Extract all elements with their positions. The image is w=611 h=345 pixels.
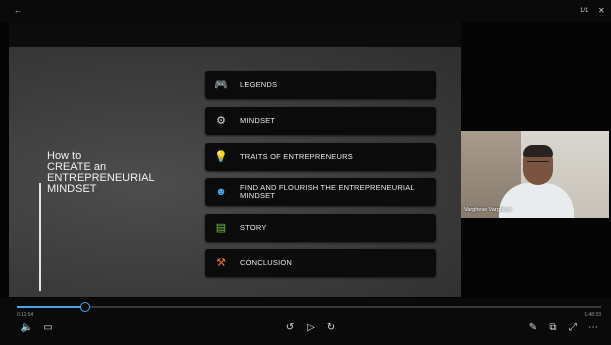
seek-bar-progress (17, 306, 84, 308)
menu-item-label: TRAITS OF ENTREPRENEURS (240, 152, 353, 161)
title-line: MINDSET (47, 183, 97, 195)
seek-bar[interactable] (17, 306, 601, 308)
volume-icon[interactable]: 🔈 (20, 322, 34, 334)
gamepad-icon: 🎮 (214, 79, 228, 91)
menu-item-label: STORY (240, 223, 267, 232)
close-icon[interactable]: ✕ (598, 7, 605, 15)
presenter-hair (523, 145, 553, 157)
webcam-feed: Varghese Varghese (461, 131, 609, 218)
picture-in-picture-icon[interactable]: ⧉ (546, 322, 560, 334)
menu-item-label: MINDSET (240, 116, 276, 125)
current-time: 0:11:54 (17, 312, 34, 318)
title-divider (39, 183, 41, 291)
head-gear-icon: ⚙ (216, 115, 226, 127)
forward-10-icon[interactable]: ↻ (324, 322, 338, 334)
menu-item-traits: 💡 TRAITS OF ENTREPRENEURS (205, 143, 436, 171)
back-arrow-icon[interactable]: ← (14, 7, 22, 15)
pen-icon[interactable]: ✎ (526, 322, 540, 334)
menu-item-legends: 🎮 LEGENDS (205, 71, 436, 99)
slide-header-band (9, 22, 461, 47)
captions-icon[interactable]: ▭ (41, 322, 55, 334)
menu-item-label: FIND AND FLOURISH THE ENTREPRENEURIAL MI… (240, 183, 415, 200)
head-idea-icon: ☻ (215, 186, 227, 198)
menu-item-conclusion: ⚒ CONCLUSION (205, 249, 436, 277)
gavel-icon: ⚒ (216, 257, 226, 269)
presenter-glasses (527, 161, 549, 167)
more-options-icon[interactable]: ⋯ (586, 322, 600, 334)
menu-item-mindset: ⚙ MINDSET (205, 107, 436, 135)
menu-item-label: LEGENDS (240, 80, 278, 89)
total-time: 1:48:33 (584, 312, 601, 318)
video-player: ← 1/1 ✕ How to CREATE an ENTREPRENEURIAL… (0, 0, 611, 345)
rewind-10-icon[interactable]: ↺ (283, 322, 297, 334)
webcam-name-label: Varghese Varghese (464, 207, 512, 213)
lightbulb-icon: 💡 (214, 151, 228, 163)
menu-item-find-and-flourish: ☻ FIND AND FLOURISH THE ENTREPRENEURIAL … (205, 178, 436, 206)
book-icon: ▤ (215, 222, 227, 234)
top-bar: ← 1/1 ✕ (0, 0, 611, 22)
play-icon[interactable]: ▷ (304, 322, 318, 334)
page-indicator: 1/1 (580, 8, 589, 14)
slide-title: How to CREATE an ENTREPRENEURIAL MINDSET (47, 151, 187, 195)
seek-thumb[interactable] (80, 302, 90, 312)
fullscreen-icon[interactable]: ⤢ (566, 322, 580, 334)
menu-item-story: ▤ STORY (205, 214, 436, 242)
menu-item-label: CONCLUSION (240, 258, 293, 267)
